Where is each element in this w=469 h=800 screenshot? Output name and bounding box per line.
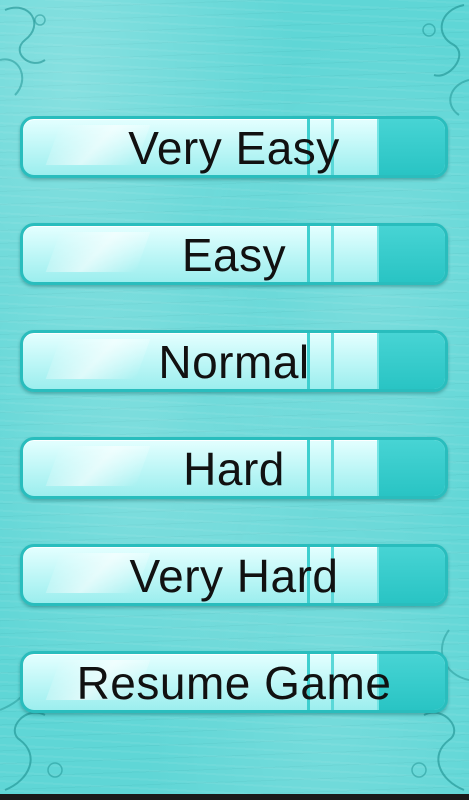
easy-button[interactable]: Easy	[20, 223, 448, 285]
very-hard-button[interactable]: Very Hard	[20, 544, 448, 606]
resume-game-button[interactable]: Resume Game	[20, 651, 448, 713]
game-menu-screen: Very Easy Easy Normal Hard Very Hard Res…	[0, 0, 469, 800]
ornament-top-right	[422, 4, 469, 116]
normal-button[interactable]: Normal	[20, 330, 448, 392]
ornament-top-left	[0, 6, 46, 96]
very-hard-label: Very Hard	[129, 550, 339, 602]
hard-button[interactable]: Hard	[20, 437, 448, 499]
normal-label: Normal	[158, 336, 310, 388]
resume-game-label: Resume Game	[76, 657, 392, 709]
easy-label: Easy	[181, 229, 287, 281]
hard-label: Hard	[183, 443, 285, 495]
very-easy-button[interactable]: Very Easy	[20, 116, 448, 178]
difficulty-menu: Very Easy Easy Normal Hard Very Hard Res…	[20, 116, 450, 713]
very-easy-label: Very Easy	[128, 122, 340, 174]
bottom-edge-bar	[0, 794, 469, 800]
